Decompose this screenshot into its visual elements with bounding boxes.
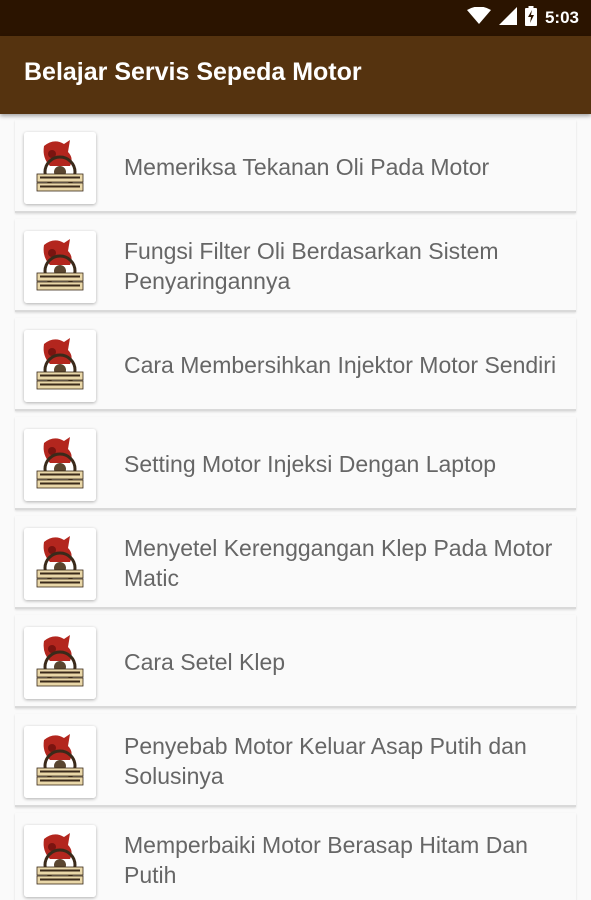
article-title: Fungsi Filter Oli Berdasarkan Sistem Pen… — [124, 237, 499, 294]
list-item[interactable]: Fungsi Filter Oli Berdasarkan Sistem Pen… — [15, 219, 576, 312]
list-item[interactable]: Memperbaiki Motor Berasap Hitam Dan Puti… — [15, 813, 576, 900]
battery-charging-icon — [524, 5, 537, 31]
wifi-icon — [466, 6, 491, 30]
article-thumbnail — [24, 528, 96, 600]
article-list[interactable]: Memeriksa Tekanan Oli Pada Motor Fungsi F… — [0, 114, 591, 900]
article-thumbnail — [24, 627, 96, 699]
status-icons: 5:03 — [466, 0, 579, 36]
article-thumbnail — [24, 330, 96, 402]
article-title: Menyetel Kerenggangan Klep Pada Motor Ma… — [124, 534, 553, 591]
list-item[interactable]: Cara Setel Klep — [15, 615, 576, 708]
article-thumbnail — [24, 231, 96, 303]
article-title: Memperbaiki Motor Berasap Hitam Dan Puti… — [124, 831, 528, 888]
list-item[interactable]: Penyebab Motor Keluar Asap Putih dan Sol… — [15, 714, 576, 807]
article-title: Penyebab Motor Keluar Asap Putih dan Sol… — [124, 732, 527, 789]
list-item[interactable]: Cara Membersihkan Injektor Motor Sendiri — [15, 318, 576, 411]
app-title: Belajar Servis Sepeda Motor — [24, 58, 362, 86]
article-thumbnail — [24, 132, 96, 204]
article-title: Cara Membersihkan Injektor Motor Sendiri — [124, 351, 557, 378]
article-thumbnail — [24, 825, 96, 897]
app-bar: Belajar Servis Sepeda Motor — [0, 36, 591, 114]
signal-icon — [498, 6, 517, 30]
article-title: Setting Motor Injeksi Dengan Laptop — [124, 450, 497, 477]
list-item[interactable]: Setting Motor Injeksi Dengan Laptop — [15, 417, 576, 510]
article-thumbnail — [24, 726, 96, 798]
article-thumbnail — [24, 429, 96, 501]
article-title: Cara Setel Klep — [124, 648, 286, 675]
list-item[interactable]: Menyetel Kerenggangan Klep Pada Motor Ma… — [15, 516, 576, 609]
list-item[interactable]: Memeriksa Tekanan Oli Pada Motor — [15, 120, 576, 213]
status-time: 5:03 — [544, 8, 579, 27]
status-bar: 5:03 — [0, 0, 591, 36]
article-title: Memeriksa Tekanan Oli Pada Motor — [124, 153, 490, 180]
